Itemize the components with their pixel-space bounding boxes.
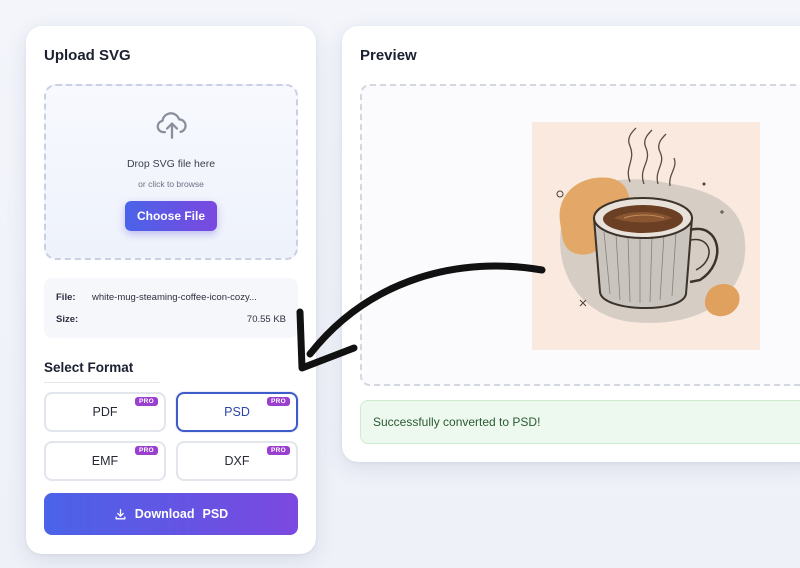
format-label-pdf: PDF	[92, 405, 118, 419]
download-icon	[115, 508, 126, 519]
download-label: Download	[134, 507, 195, 521]
preview-title: Preview	[360, 47, 417, 64]
format-label-psd: PSD	[224, 405, 250, 419]
pro-badge: PRO	[135, 446, 158, 455]
select-format-title: Select Format	[44, 360, 134, 375]
preview-panel: Preview Successfully converted to PSD!	[342, 26, 800, 462]
file-name-value: white-mug-steaming-coffee-icon-cozy...	[92, 292, 257, 303]
format-label-emf: EMF	[91, 454, 119, 468]
success-message: Successfully converted to PSD!	[360, 400, 800, 444]
pro-badge: PRO	[267, 446, 290, 455]
size-label: Size:	[56, 314, 79, 325]
format-label-dxf: DXF	[224, 454, 250, 468]
download-format: PSD	[202, 507, 229, 521]
upload-panel: Upload SVG Drop SVG file here or click t…	[26, 26, 316, 554]
upload-title: Upload SVG	[44, 47, 131, 64]
file-name-row: File: white-mug-steaming-coffee-icon-coz…	[56, 292, 286, 303]
format-option-pdf[interactable]: PDF PRO	[44, 392, 166, 432]
format-option-emf[interactable]: EMF PRO	[44, 441, 166, 481]
section-divider	[44, 382, 160, 383]
file-size-value: 70.55 KB	[246, 314, 286, 325]
svg-dropzone[interactable]: Drop SVG file here or click to browse Ch…	[44, 84, 298, 260]
file-label: File:	[56, 292, 76, 303]
choose-file-button[interactable]: Choose File	[125, 201, 217, 231]
file-info-box: File: white-mug-steaming-coffee-icon-coz…	[44, 278, 298, 338]
pro-badge: PRO	[267, 397, 290, 406]
download-button[interactable]: Download PSD	[44, 493, 298, 535]
browse-hint: or click to browse	[138, 179, 204, 189]
drop-instruction: Drop SVG file here	[126, 158, 216, 170]
cloud-upload-icon	[156, 112, 187, 139]
coffee-mug-illustration	[532, 122, 760, 350]
preview-canvas	[360, 84, 800, 386]
file-size-row: Size: 70.55 KB	[56, 314, 286, 325]
format-option-dxf[interactable]: DXF PRO	[176, 441, 298, 481]
format-option-psd[interactable]: PSD PRO	[176, 392, 298, 432]
pro-badge: PRO	[135, 397, 158, 406]
